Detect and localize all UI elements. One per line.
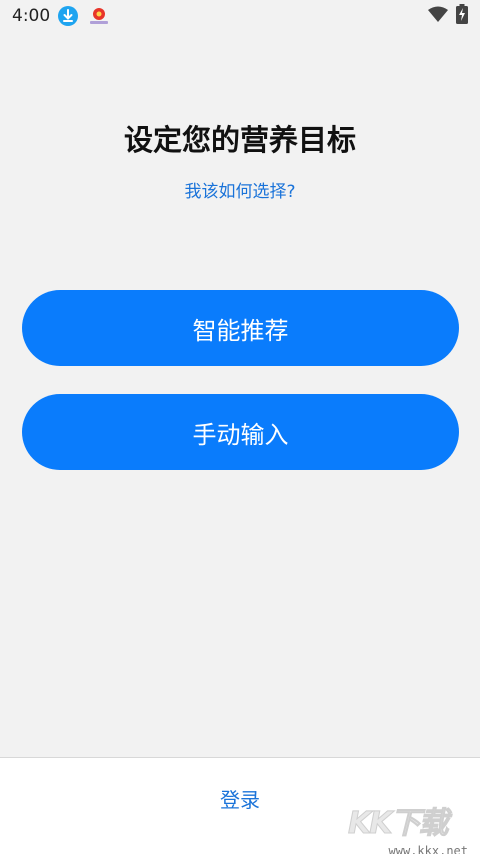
watermark: KK下载 www.kkx.net — [348, 798, 469, 854]
help-link[interactable]: 我该如何选择? — [0, 177, 480, 202]
status-right — [428, 4, 468, 28]
app-notification-icon — [88, 6, 109, 26]
watermark-url: www.kkx.net — [388, 844, 468, 854]
smart-recommend-button[interactable]: 智能推荐 — [22, 290, 459, 366]
manual-input-button[interactable]: 手动输入 — [22, 394, 459, 470]
battery-charging-icon — [456, 4, 468, 28]
download-icon — [58, 6, 79, 26]
page-title: 设定您的营养目标 — [123, 123, 356, 157]
status-bar: 4:00 — [0, 0, 480, 32]
watermark-logo: KK下载 — [348, 806, 450, 842]
bottom-bar: 登录 KK下载 www.kkx.net — [0, 757, 480, 854]
wifi-icon — [428, 6, 448, 26]
status-time: 4:00 — [12, 6, 51, 26]
